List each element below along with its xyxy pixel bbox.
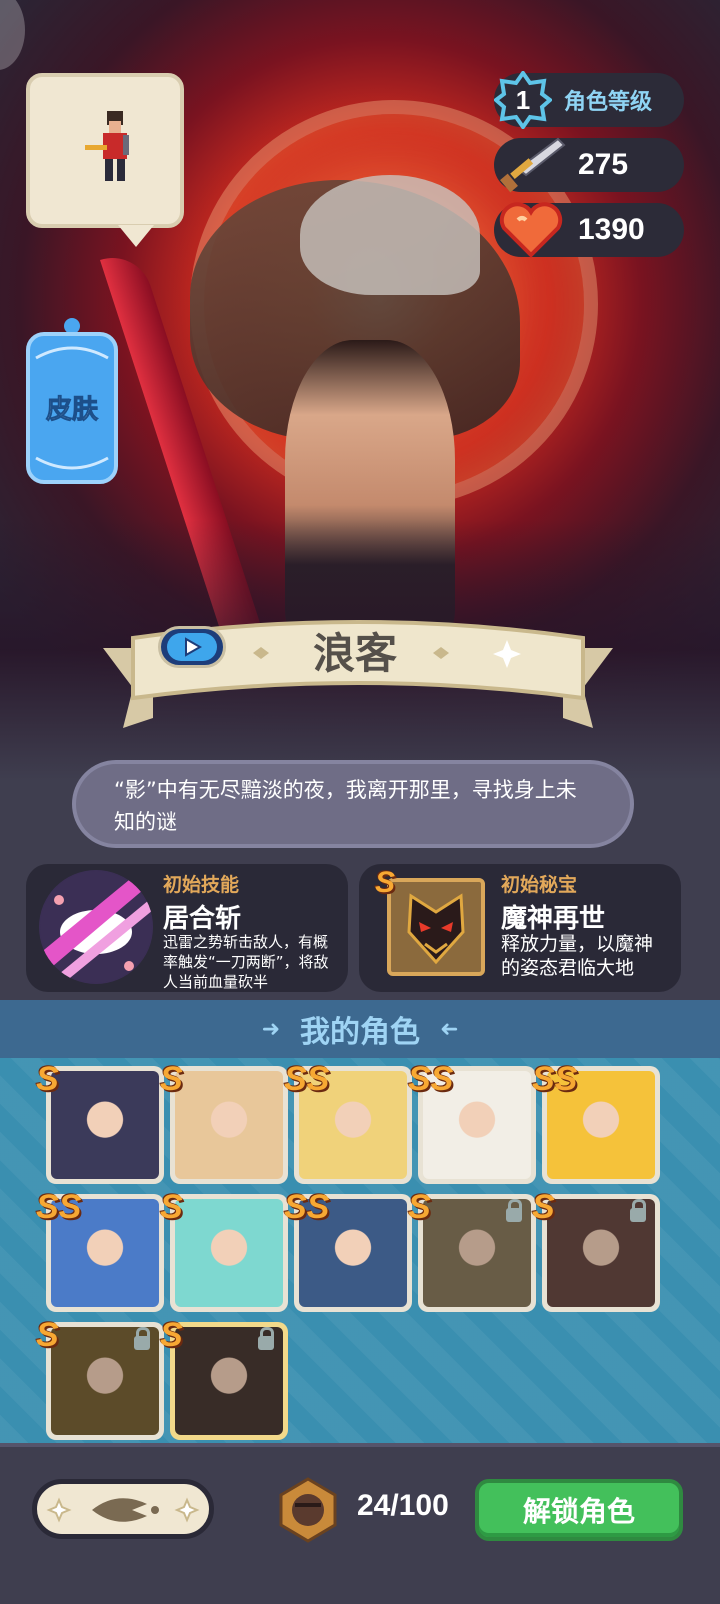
unlock-character-button[interactable]: 解锁角色 <box>475 1479 683 1541</box>
hp-value: 1390 <box>578 213 645 246</box>
level-star-icon: 1 <box>494 71 552 129</box>
relic-tag: 初始秘宝 <box>501 874 578 896</box>
pixel-hero-icon <box>85 111 129 181</box>
character-tile[interactable]: SS <box>36 1188 164 1312</box>
skin-label: 皮肤 <box>46 395 99 425</box>
character-tile[interactable]: S <box>36 1316 164 1440</box>
character-tile[interactable]: S <box>532 1188 660 1312</box>
rank-badge: S <box>408 1188 431 1226</box>
character-tile[interactable]: S <box>408 1188 536 1312</box>
footer-bar: 24/100 解锁角色 <box>0 1443 720 1604</box>
heart-icon <box>499 202 563 258</box>
character-tile[interactable]: SS <box>284 1060 412 1184</box>
rank-badge: SS <box>284 1188 330 1226</box>
rank-badge: S <box>160 1316 183 1354</box>
rank-badge: SS <box>408 1060 454 1098</box>
rank-badge: SS <box>36 1188 82 1226</box>
play-icon <box>185 637 202 657</box>
initial-relic-card[interactable]: S 初始秘宝 魔神再世 释放力量，以魔神的姿态君临大地 <box>359 864 681 992</box>
hero-quote: “影”中有无尽黯淡的夜，我离开那里，寻找身上未知的谜 <box>72 760 634 848</box>
relic-name: 魔神再世 <box>501 904 606 934</box>
skin-button[interactable]: 皮肤 <box>26 318 118 486</box>
character-tile[interactable]: SS <box>284 1188 412 1312</box>
character-tile[interactable]: SS <box>408 1060 536 1184</box>
voice-play-button[interactable] <box>158 626 226 668</box>
rank-badge: S <box>36 1060 59 1098</box>
back-button[interactable] <box>32 1479 214 1539</box>
lock-icon <box>630 1199 646 1222</box>
left-ornament-icon: ➜ <box>261 1016 280 1042</box>
attack-pill: 275 <box>494 137 684 193</box>
skill-tag: 初始技能 <box>163 874 240 896</box>
character-count: 24/100 <box>357 1489 449 1522</box>
rank-badge: SS <box>532 1060 578 1098</box>
rank-badge: S <box>532 1188 555 1226</box>
hp-pill: 1390 <box>494 202 684 258</box>
level-value: 1 <box>516 85 530 115</box>
my-characters-header: ➜ 我的角色 ➜ <box>0 1000 720 1058</box>
hero-name: 浪客 <box>312 629 397 678</box>
character-tile[interactable]: S <box>36 1060 164 1184</box>
lock-icon <box>134 1327 150 1350</box>
lock-icon <box>258 1327 274 1350</box>
level-label: 角色等级 <box>564 90 653 115</box>
rank-badge: S <box>160 1060 183 1098</box>
rank-badge: S <box>36 1316 59 1354</box>
ornament-icon <box>46 1497 200 1523</box>
pixel-avatar-box[interactable] <box>26 73 184 247</box>
character-portrait <box>175 1199 283 1307</box>
sword-icon <box>500 137 566 193</box>
demon-mask-icon <box>387 878 485 976</box>
skill-name: 居合斩 <box>163 904 242 934</box>
character-portrait <box>175 1071 283 1179</box>
rank-badge: SS <box>284 1060 330 1098</box>
skill-desc: 迅雷之势斩击敌人，有概率触发“一刀两断”，将敌人当前血量砍半 <box>163 933 329 991</box>
relic-desc: 释放力量，以魔神的姿态君临大地 <box>501 933 654 979</box>
character-portrait <box>51 1071 159 1179</box>
level-pill: 1 角色等级 <box>494 71 684 129</box>
character-tile[interactable]: S <box>160 1316 288 1440</box>
lock-icon <box>506 1199 522 1222</box>
speech-tail <box>118 225 154 247</box>
initial-skill-card[interactable]: 初始技能 居合斩 迅雷之势斩击敌人，有概率触发“一刀两断”，将敌人当前血量砍半 <box>26 864 348 992</box>
iai-slash-icon <box>39 870 153 984</box>
demon-hair <box>300 175 480 295</box>
character-grid: S S SS SS SS SS S SS S S S S <box>0 1058 720 1443</box>
character-count-icon <box>279 1477 337 1543</box>
character-tile[interactable]: SS <box>532 1060 660 1184</box>
rank-badge: S <box>160 1188 183 1226</box>
attack-value: 275 <box>578 148 629 181</box>
relic-rank-badge: S <box>375 866 396 899</box>
character-tile[interactable]: S <box>160 1060 288 1184</box>
character-tile[interactable]: S <box>160 1188 288 1312</box>
right-ornament-icon: ➜ <box>440 1016 459 1042</box>
my-characters-title: 我的角色 <box>300 1015 420 1050</box>
